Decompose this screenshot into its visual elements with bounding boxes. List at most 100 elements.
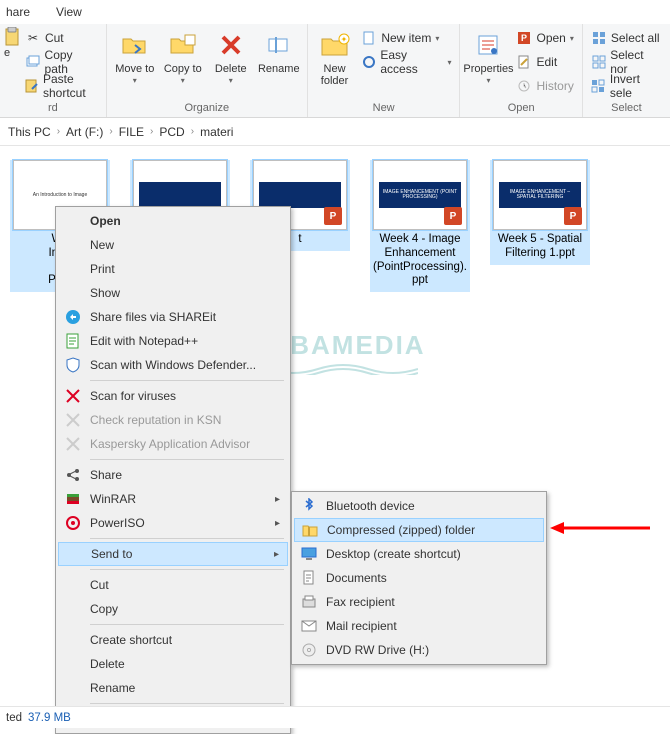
delete-button[interactable]: Delete▾ xyxy=(207,27,255,86)
cut-button[interactable]: ✂Cut xyxy=(21,27,102,49)
paste-shortcut-button[interactable]: Paste shortcut xyxy=(21,75,102,97)
documents-icon xyxy=(300,569,318,587)
annotation-arrow xyxy=(550,520,650,536)
edit-button[interactable]: Edit xyxy=(512,51,577,73)
menu-defender[interactable]: Scan with Windows Defender... xyxy=(58,353,288,377)
menu-show[interactable]: Show xyxy=(58,281,288,305)
menu-desktop-shortcut[interactable]: Desktop (create shortcut) xyxy=(294,542,544,566)
select-none-button[interactable]: Select nor xyxy=(587,51,666,73)
easy-access-button[interactable]: Easy access ▾ xyxy=(357,51,455,73)
menu-mail[interactable]: Mail recipient xyxy=(294,614,544,638)
menu-documents[interactable]: Documents xyxy=(294,566,544,590)
bc-4[interactable]: materi xyxy=(200,125,233,139)
menu-ksn[interactable]: Check reputation in KSN xyxy=(58,408,288,432)
new-item-button[interactable]: New item ▾ xyxy=(357,27,455,49)
status-selected: ted xyxy=(6,712,22,724)
powerpoint-icon: P xyxy=(444,207,462,225)
open-icon: P xyxy=(516,30,532,46)
edit-icon xyxy=(516,54,532,70)
context-menu: Open New Print Show Share files via SHAR… xyxy=(55,206,291,734)
send-to-submenu: Bluetooth device Compressed (zipped) fol… xyxy=(291,491,547,665)
open-button[interactable]: POpen ▾ xyxy=(512,27,577,49)
menu-notepad[interactable]: Edit with Notepad++ xyxy=(58,329,288,353)
menu-open[interactable]: Open xyxy=(58,209,288,233)
paste-shortcut-icon xyxy=(25,78,39,94)
move-to-button[interactable]: Move to▾ xyxy=(111,27,159,86)
select-group-label: Select xyxy=(587,100,666,116)
svg-text:✦: ✦ xyxy=(340,35,347,44)
bc-0[interactable]: This PC xyxy=(8,125,51,139)
menu-scan-virus[interactable]: Scan for viruses xyxy=(58,384,288,408)
zip-folder-icon xyxy=(301,521,319,539)
copy-path-button[interactable]: Copy path xyxy=(21,51,102,73)
open-group-label: Open xyxy=(464,100,577,116)
select-all-icon xyxy=(591,30,607,46)
mail-icon xyxy=(300,617,318,635)
file-item[interactable]: IMAGE ENHANCEMENT – SPATIAL FILTERINGP W… xyxy=(490,160,590,265)
properties-button[interactable]: Properties▾ xyxy=(464,27,512,86)
history-icon xyxy=(516,78,532,94)
organize-group-label: Organize xyxy=(111,100,303,116)
menu-winrar[interactable]: WinRAR▸ xyxy=(58,487,288,511)
menu-share[interactable]: Share xyxy=(58,463,288,487)
powerpoint-icon: P xyxy=(324,207,342,225)
winrar-icon xyxy=(64,490,82,508)
menu-bluetooth[interactable]: Bluetooth device xyxy=(294,494,544,518)
menu-rename[interactable]: Rename xyxy=(58,676,288,700)
chevron-right-icon: › xyxy=(150,126,153,137)
tab-share[interactable]: hare xyxy=(6,5,30,19)
title-tabs: hare View xyxy=(0,0,670,24)
menu-shareit[interactable]: Share files via SHAREit xyxy=(58,305,288,329)
paste-button[interactable]: e xyxy=(4,27,21,59)
menu-print[interactable]: Print xyxy=(58,257,288,281)
chevron-right-icon: ▸ xyxy=(275,494,280,505)
menu-delete[interactable]: Delete xyxy=(58,652,288,676)
chevron-right-icon: › xyxy=(191,126,194,137)
menu-cut[interactable]: Cut xyxy=(58,573,288,597)
copy-path-icon xyxy=(25,54,41,70)
tab-view[interactable]: View xyxy=(56,5,82,19)
chevron-right-icon: › xyxy=(57,126,60,137)
clipboard-group-label: rd xyxy=(4,100,102,116)
bc-1[interactable]: Art (F:) xyxy=(66,125,103,139)
menu-kav[interactable]: Kaspersky Application Advisor xyxy=(58,432,288,456)
share-icon xyxy=(64,466,82,484)
menu-new[interactable]: New xyxy=(58,233,288,257)
desktop-icon xyxy=(300,545,318,563)
file-name: Week 4 - Image Enhancement (PointProcess… xyxy=(370,233,470,292)
history-button[interactable]: History xyxy=(512,75,577,97)
bc-3[interactable]: PCD xyxy=(159,125,184,139)
shareit-icon xyxy=(64,308,82,326)
notepad-icon xyxy=(64,332,82,350)
kaspersky-icon xyxy=(64,411,82,429)
rename-button[interactable]: Rename xyxy=(255,27,303,75)
status-bar: ted 37.9 MB xyxy=(0,706,670,728)
file-item[interactable]: IMAGE ENHANCEMENT (POINT PROCESSING)P We… xyxy=(370,160,470,292)
menu-copy[interactable]: Copy xyxy=(58,597,288,621)
disc-icon xyxy=(300,641,318,659)
bc-2[interactable]: FILE xyxy=(119,125,144,139)
menu-create-shortcut[interactable]: Create shortcut xyxy=(58,628,288,652)
menu-compressed-folder[interactable]: Compressed (zipped) folder xyxy=(294,518,544,542)
new-folder-button[interactable]: ✦ New folder xyxy=(312,27,358,87)
menu-dvd[interactable]: DVD RW Drive (H:) xyxy=(294,638,544,662)
status-size: 37.9 MB xyxy=(28,712,71,724)
select-all-button[interactable]: Select all xyxy=(587,27,666,49)
breadcrumb[interactable]: This PC › Art (F:) › FILE › PCD › materi xyxy=(0,118,670,146)
copy-to-button[interactable]: Copy to▾ xyxy=(159,27,207,86)
invert-icon xyxy=(591,78,606,94)
bluetooth-icon xyxy=(300,497,318,515)
powerpoint-icon: P xyxy=(564,207,582,225)
scissors-icon: ✂ xyxy=(25,30,41,46)
easy-access-icon xyxy=(361,54,376,70)
defender-icon xyxy=(64,356,82,374)
poweriso-icon xyxy=(64,514,82,532)
menu-poweriso[interactable]: PowerISO▸ xyxy=(58,511,288,535)
properties-icon xyxy=(472,29,504,61)
chevron-right-icon: ▸ xyxy=(275,518,280,529)
invert-selection-button[interactable]: Invert sele xyxy=(587,75,666,97)
chevron-right-icon: ▸ xyxy=(274,549,279,560)
menu-fax[interactable]: Fax recipient xyxy=(294,590,544,614)
chevron-right-icon: › xyxy=(109,126,112,137)
menu-send-to[interactable]: Send to▸ xyxy=(58,542,288,566)
